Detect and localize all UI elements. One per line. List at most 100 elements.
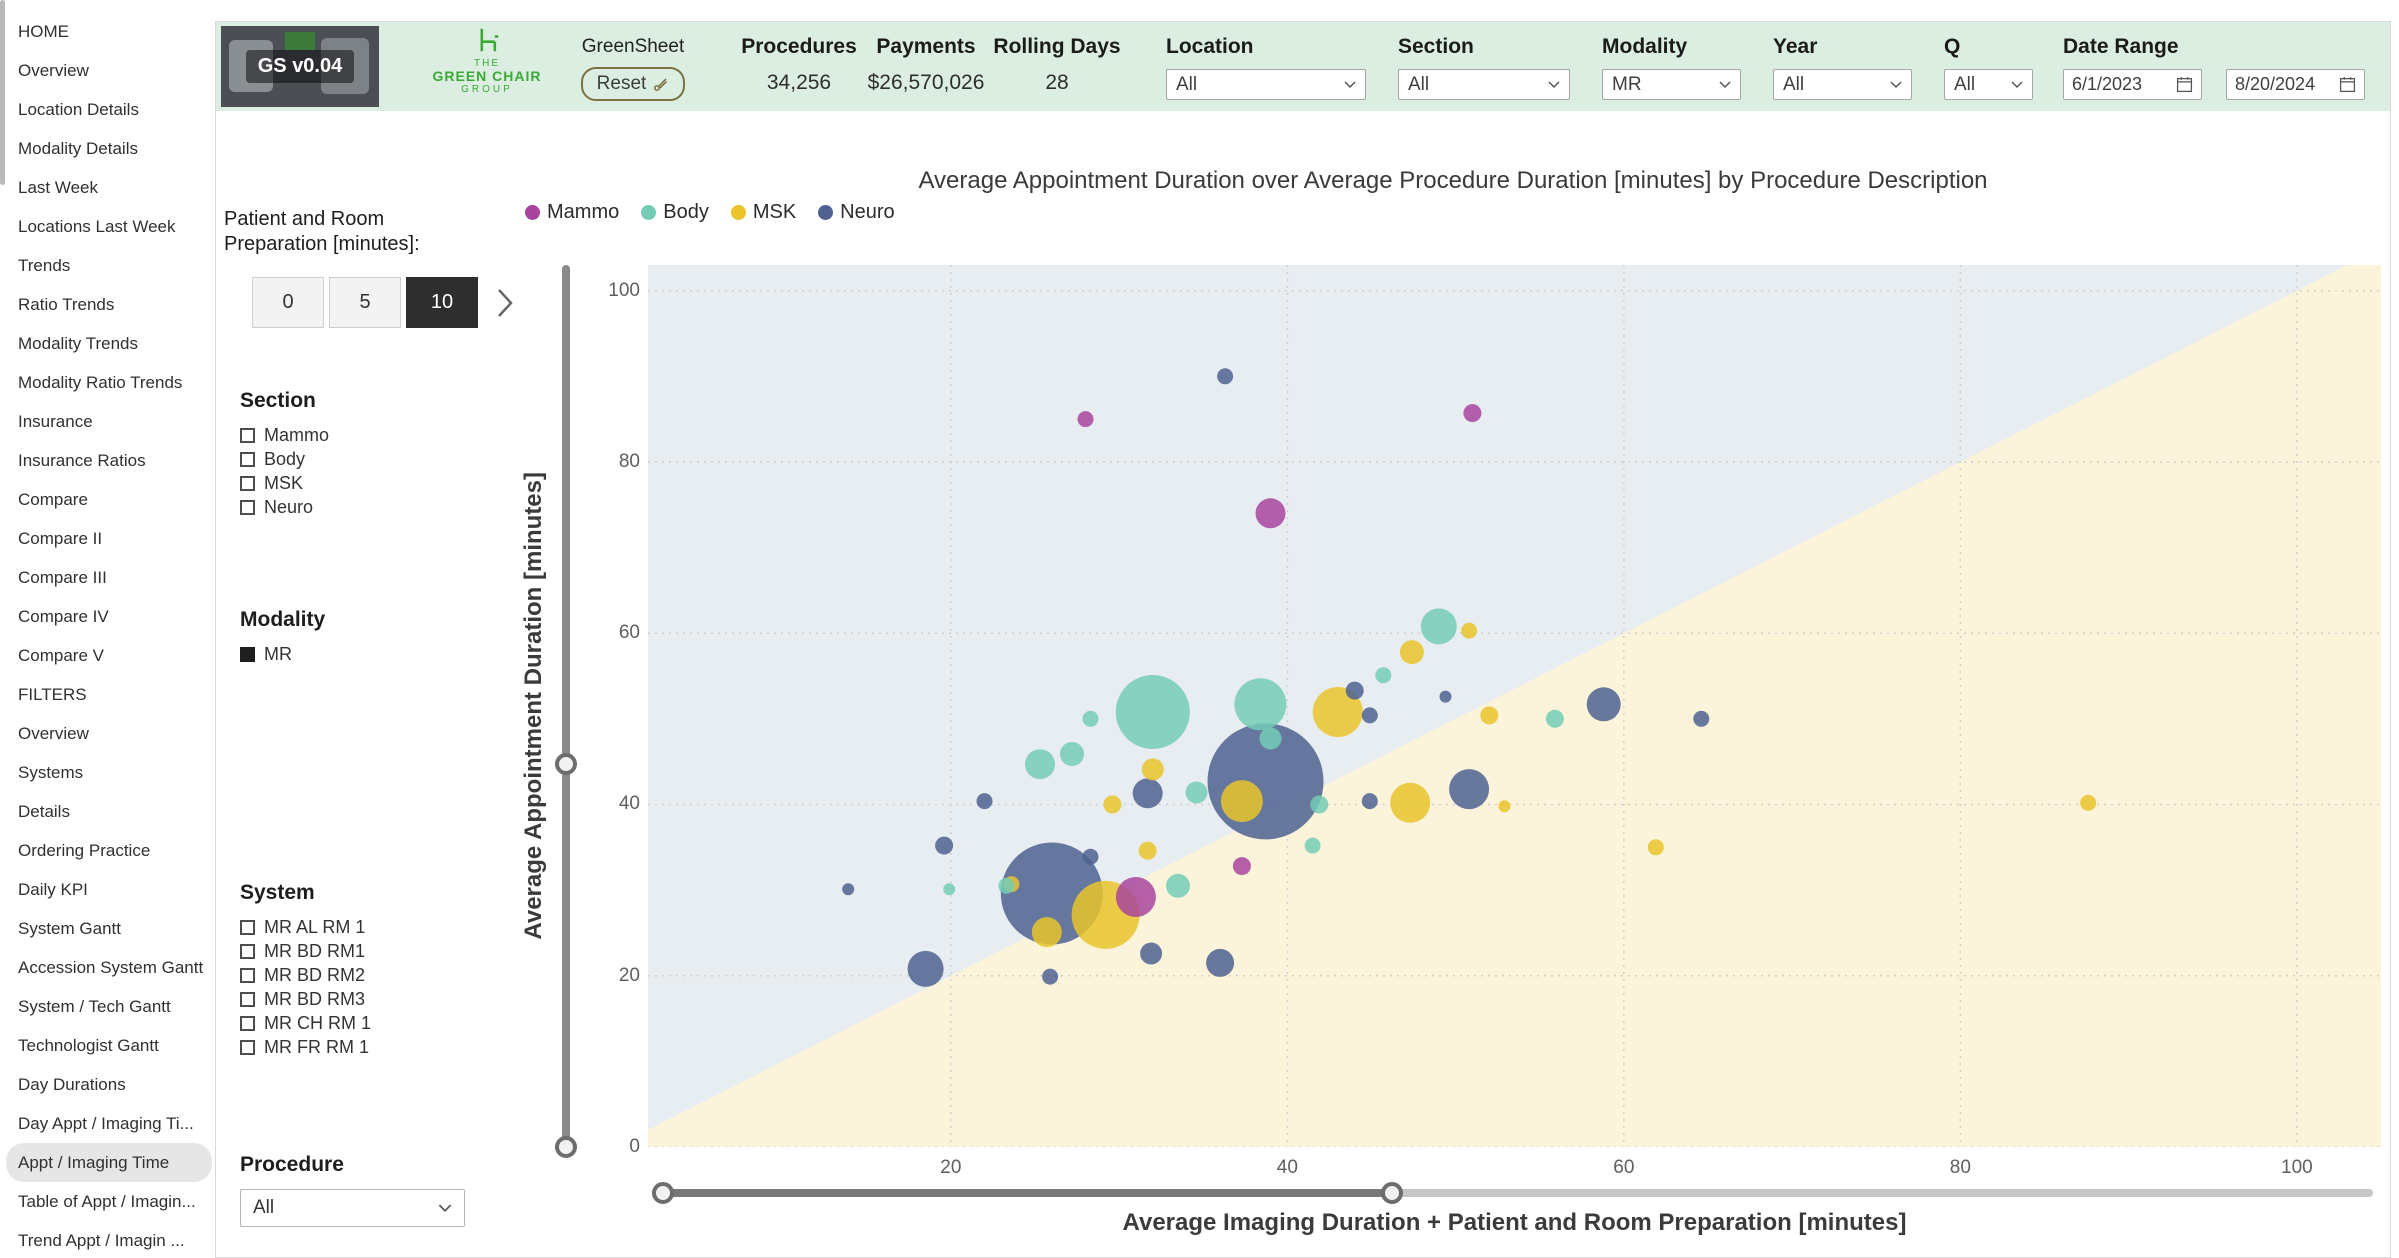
y-slider-handle-upper[interactable] — [555, 753, 577, 775]
sidebar-item-appt-imaging-time[interactable]: Appt / Imaging Time — [6, 1143, 212, 1182]
chevron-down-icon — [2011, 81, 2023, 89]
sidebar-item-home[interactable]: HOME — [6, 12, 212, 51]
checkbox[interactable] — [240, 452, 255, 467]
sidebar-item-compare-iii[interactable]: Compare III — [6, 558, 212, 597]
x-range-slider[interactable] — [652, 1182, 2384, 1204]
x-slider-selected-range[interactable] — [663, 1189, 1392, 1197]
y-tick-label: 60 — [619, 622, 640, 644]
checkbox[interactable] — [240, 476, 255, 491]
legend-dot — [818, 205, 833, 220]
filter-label: Section — [1398, 35, 1570, 59]
stat-value: 28 — [993, 71, 1120, 95]
prep-option-5[interactable]: 5 — [329, 277, 401, 328]
version-badge: GS v0.04 — [246, 50, 355, 83]
checkbox[interactable] — [240, 1040, 255, 1055]
system-option-mr-fr-rm-1[interactable]: MR FR RM 1 — [240, 1035, 371, 1059]
y-slider-track[interactable] — [562, 265, 570, 1155]
filter-group-section: Section All — [1398, 35, 1570, 100]
sidebar-item-system-tech-gantt[interactable]: System / Tech Gantt — [6, 987, 212, 1026]
date-end-field[interactable]: 8/20/2024 — [2226, 69, 2365, 100]
procedure-dropdown-value: All — [253, 1197, 274, 1219]
sidebar-item-accession-system-gantt[interactable]: Accession System Gantt — [6, 948, 212, 987]
sidebar-item-technologist-gantt[interactable]: Technologist Gantt — [6, 1026, 212, 1065]
checkbox[interactable] — [240, 992, 255, 1007]
system-option-mr-al-rm-1[interactable]: MR AL RM 1 — [240, 915, 371, 939]
filter-label: Year — [1773, 35, 1912, 59]
stat-label: Payments — [868, 35, 985, 59]
sidebar-item-ordering-practice[interactable]: Ordering Practice — [6, 831, 212, 870]
sidebar-item-compare-ii[interactable]: Compare II — [6, 519, 212, 558]
legend-item-msk[interactable]: MSK — [731, 201, 796, 224]
sidebar-item-ratio-trends[interactable]: Ratio Trends — [6, 285, 212, 324]
section-option-body[interactable]: Body — [240, 447, 329, 471]
sidebar-item-modality-ratio-trends[interactable]: Modality Ratio Trends — [6, 363, 212, 402]
filter-year-dropdown[interactable]: All — [1773, 69, 1912, 100]
sidebar-item-day-durations[interactable]: Day Durations — [6, 1065, 212, 1104]
chevron-right-icon[interactable] — [497, 288, 513, 318]
section-option-msk[interactable]: MSK — [240, 471, 329, 495]
sidebar-item-daily-kpi[interactable]: Daily KPI — [6, 870, 212, 909]
sidebar-scrollbar[interactable] — [0, 0, 5, 185]
x-slider-handle-right[interactable] — [1381, 1182, 1403, 1204]
legend-item-mammo[interactable]: Mammo — [525, 201, 619, 224]
sidebar-item-table-of-appt-imagin[interactable]: Table of Appt / Imagin... — [6, 1182, 212, 1221]
sidebar-item-last-week[interactable]: Last Week — [6, 168, 212, 207]
sidebar-item-compare-iv[interactable]: Compare IV — [6, 597, 212, 636]
checkbox[interactable] — [240, 944, 255, 959]
x-slider-handle-left[interactable] — [652, 1182, 674, 1204]
modality-option-mr[interactable]: MR — [240, 642, 325, 666]
filter-q-dropdown[interactable]: All — [1944, 69, 2033, 100]
section-option-mammo[interactable]: Mammo — [240, 423, 329, 447]
sidebar-item-day-appt-imaging-ti[interactable]: Day Appt / Imaging Ti... — [6, 1104, 212, 1143]
checkbox[interactable] — [240, 1016, 255, 1031]
sidebar-item-locations-last-week[interactable]: Locations Last Week — [6, 207, 212, 246]
checkbox[interactable] — [240, 920, 255, 935]
filter-group-year: Year All — [1773, 35, 1912, 100]
checkbox[interactable] — [240, 500, 255, 515]
checkbox[interactable] — [240, 968, 255, 983]
sidebar-item-location-details[interactable]: Location Details — [6, 90, 212, 129]
filter-modality-dropdown[interactable]: MR — [1602, 69, 1741, 100]
filter-group-modality: ModalityMR — [1602, 35, 1741, 100]
sidebar-item-trends[interactable]: Trends — [6, 246, 212, 285]
section-option-neuro[interactable]: Neuro — [240, 495, 329, 519]
filter-section-dropdown[interactable]: All — [1398, 69, 1570, 100]
scatter-plot[interactable] — [648, 265, 2381, 1147]
sidebar-item-compare[interactable]: Compare — [6, 480, 212, 519]
filter-label: Q — [1944, 35, 2033, 59]
sidebar-item-modality-trends[interactable]: Modality Trends — [6, 324, 212, 363]
sidebar-item-system-gantt[interactable]: System Gantt — [6, 909, 212, 948]
sidebar-item-filters[interactable]: FILTERS — [6, 675, 212, 714]
prep-option-10[interactable]: 10 — [406, 277, 478, 328]
reset-button[interactable]: Reset — [581, 67, 686, 101]
y-range-slider[interactable] — [555, 265, 577, 1155]
filter-location-dropdown[interactable]: All — [1166, 69, 1366, 100]
procedure-dropdown[interactable]: All — [240, 1189, 465, 1227]
legend-item-body[interactable]: Body — [641, 201, 709, 224]
system-option-mr-ch-rm-1[interactable]: MR CH RM 1 — [240, 1011, 371, 1035]
y-slider-handle-lower[interactable] — [555, 1136, 577, 1158]
sidebar-item-overview[interactable]: Overview — [6, 714, 212, 753]
prep-option-0[interactable]: 0 — [252, 277, 324, 328]
sidebar-item-details[interactable]: Details — [6, 792, 212, 831]
sidebar-item-insurance-ratios[interactable]: Insurance Ratios — [6, 441, 212, 480]
sidebar-item-insurance[interactable]: Insurance — [6, 402, 212, 441]
sidebar-item-compare-v[interactable]: Compare V — [6, 636, 212, 675]
photo-shape — [285, 32, 315, 50]
system-option-mr-bd-rm2[interactable]: MR BD RM2 — [240, 963, 371, 987]
system-option-mr-bd-rm3[interactable]: MR BD RM3 — [240, 987, 371, 1011]
y-tick-label: 80 — [619, 451, 640, 473]
sidebar-item-trend-appt-imagin[interactable]: Trend Appt / Imagin ... — [6, 1221, 212, 1258]
legend-item-neuro[interactable]: Neuro — [818, 201, 894, 224]
date-start-field[interactable]: 6/1/2023 — [2063, 69, 2202, 100]
logo-text-name: GREEN CHAIR — [412, 69, 562, 84]
stat-payments: Payments$26,570,026 — [868, 35, 985, 95]
checkbox[interactable] — [240, 428, 255, 443]
sidebar-item-systems[interactable]: Systems — [6, 753, 212, 792]
sidebar: HOMEOverviewLocation DetailsModality Det… — [6, 12, 212, 1258]
checkbox[interactable] — [240, 647, 255, 662]
sidebar-item-overview[interactable]: Overview — [6, 51, 212, 90]
system-option-mr-bd-rm1[interactable]: MR BD RM1 — [240, 939, 371, 963]
greensheet-block: GreenSheet Reset — [568, 36, 698, 101]
sidebar-item-modality-details[interactable]: Modality Details — [6, 129, 212, 168]
